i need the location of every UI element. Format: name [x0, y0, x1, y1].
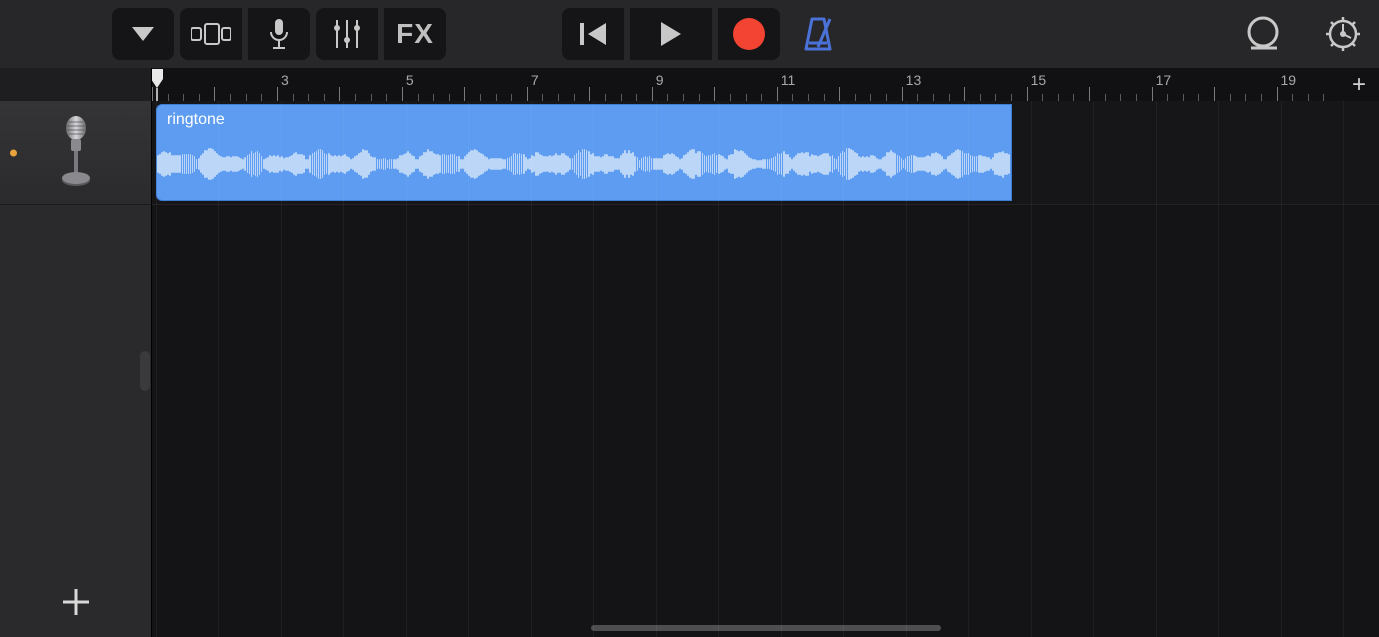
settings-button[interactable] — [1317, 8, 1369, 60]
record-icon — [731, 16, 767, 52]
ruler-number: 15 — [1031, 72, 1047, 88]
add-track-button[interactable] — [0, 585, 152, 619]
microphone-icon — [268, 18, 290, 50]
loop-button[interactable] — [1237, 8, 1289, 60]
view-menu-button[interactable] — [112, 8, 174, 60]
timeline-ruler[interactable]: 3 5 7 9 11 13 15 17 19 — [152, 68, 1339, 101]
ruler-number: 3 — [281, 72, 289, 88]
ruler-row: 3 5 7 9 11 13 15 17 19 + — [0, 68, 1379, 101]
fx-button[interactable]: FX — [384, 8, 446, 60]
triangle-down-icon — [130, 25, 156, 43]
ruler-number: 5 — [406, 72, 414, 88]
timeline[interactable]: ringtone — [152, 101, 1379, 637]
fx-label: FX — [396, 18, 434, 50]
rewind-start-icon — [578, 21, 608, 47]
plus-icon — [59, 585, 93, 619]
region-label: ringtone — [157, 105, 1011, 131]
track-lane[interactable]: ringtone — [152, 101, 1379, 205]
timeline-empty-area[interactable] — [152, 205, 1379, 637]
input-mic-button[interactable] — [248, 8, 310, 60]
sliders-icon — [332, 18, 362, 50]
record-button[interactable] — [718, 8, 780, 60]
ruler-number: 9 — [656, 72, 664, 88]
play-button[interactable] — [630, 8, 712, 60]
ruler-number: 13 — [906, 72, 922, 88]
metronome-icon — [800, 15, 836, 53]
horizontal-scroll-thumb[interactable] — [591, 625, 941, 631]
ruler-number: 19 — [1281, 72, 1297, 88]
vertical-scroll-thumb[interactable] — [140, 351, 150, 391]
toolbar: FX — [0, 0, 1379, 68]
plus-icon: + — [1352, 71, 1366, 99]
ruler-number: 7 — [531, 72, 539, 88]
cycle-loop-icon — [1243, 14, 1283, 54]
track-layout-button[interactable] — [180, 8, 242, 60]
rewind-button[interactable] — [562, 8, 624, 60]
track-headers — [0, 101, 152, 637]
waveform — [157, 136, 1011, 192]
gear-icon — [1324, 15, 1362, 53]
track-status-dot — [10, 149, 17, 156]
play-icon — [659, 20, 683, 48]
ruler-number: 11 — [781, 72, 796, 88]
add-section-button[interactable]: + — [1339, 68, 1379, 101]
track-header[interactable] — [0, 101, 151, 205]
microphone-stand-icon — [56, 116, 96, 190]
playhead[interactable] — [152, 68, 166, 101]
tracks-area: ringtone — [0, 101, 1379, 637]
track-layout-icon — [191, 23, 231, 45]
metronome-button[interactable] — [792, 8, 844, 60]
ruler-gutter — [0, 68, 152, 101]
ruler-number: 17 — [1156, 72, 1172, 88]
mixer-button[interactable] — [316, 8, 378, 60]
audio-region[interactable]: ringtone — [156, 104, 1012, 201]
